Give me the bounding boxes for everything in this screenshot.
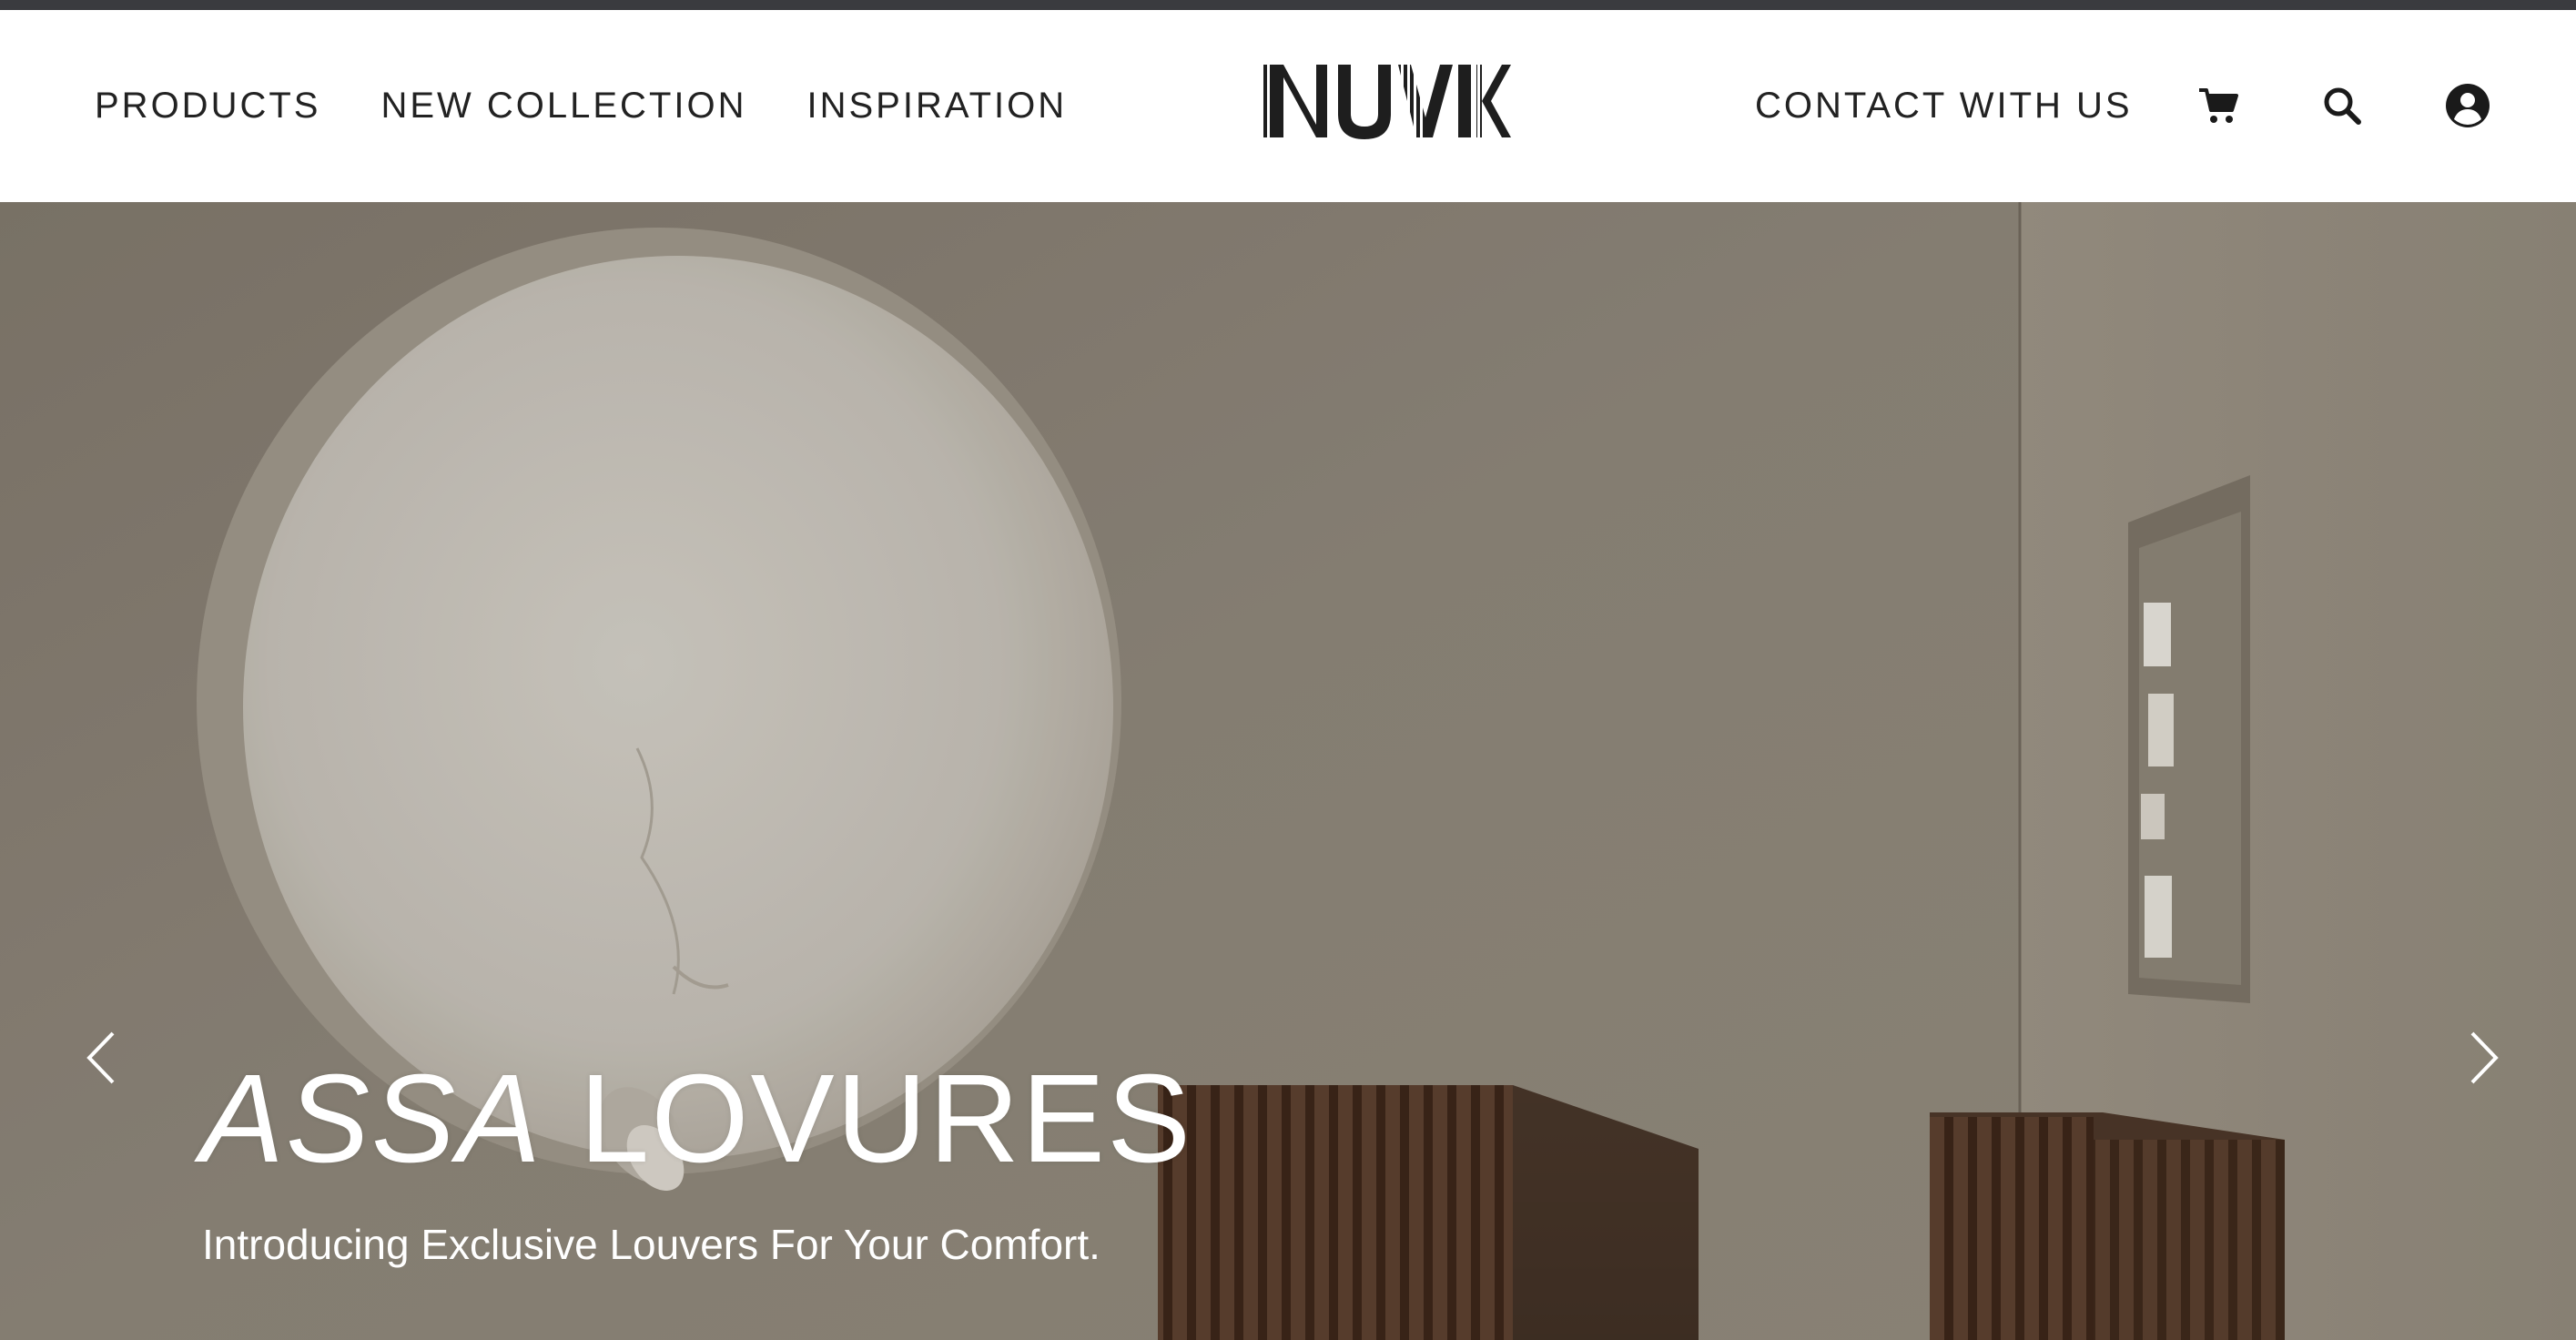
nav-contact[interactable]: CONTACT WITH US <box>1755 86 2133 127</box>
cart-icon <box>2199 88 2238 123</box>
chevron-right-icon <box>2470 1031 2499 1084</box>
nav-new-collection[interactable]: NEW COLLECTION <box>380 86 746 127</box>
site-header: PRODUCTS NEW COLLECTION INSPIRATION CONT… <box>0 10 2576 202</box>
slider-next-button[interactable] <box>2458 1021 2512 1094</box>
nuvik-logo[interactable] <box>1263 61 1511 141</box>
hero-title-first-word: ASSA <box>200 1049 543 1189</box>
search-button[interactable] <box>2317 81 2367 130</box>
cart-button[interactable] <box>2194 81 2243 130</box>
nav-products[interactable]: PRODUCTS <box>95 86 320 127</box>
slider-prev-button[interactable] <box>73 1021 127 1094</box>
nav-inspiration[interactable]: INSPIRATION <box>807 86 1068 127</box>
user-account-icon <box>2446 84 2490 127</box>
primary-nav: PRODUCTS NEW COLLECTION INSPIRATION <box>95 10 1127 202</box>
search-icon <box>2324 87 2361 125</box>
hero-title: ASSA LOVURES <box>200 1047 1192 1192</box>
chevron-left-icon <box>86 1031 115 1084</box>
top-accent-bar <box>0 0 2576 10</box>
hero-title-second-word: LOVURES <box>579 1049 1193 1189</box>
hero-subtitle: Introducing Exclusive Louvers For Your C… <box>202 1221 1100 1268</box>
account-button[interactable] <box>2443 81 2492 130</box>
secondary-nav: CONTACT WITH US <box>1755 10 2133 202</box>
